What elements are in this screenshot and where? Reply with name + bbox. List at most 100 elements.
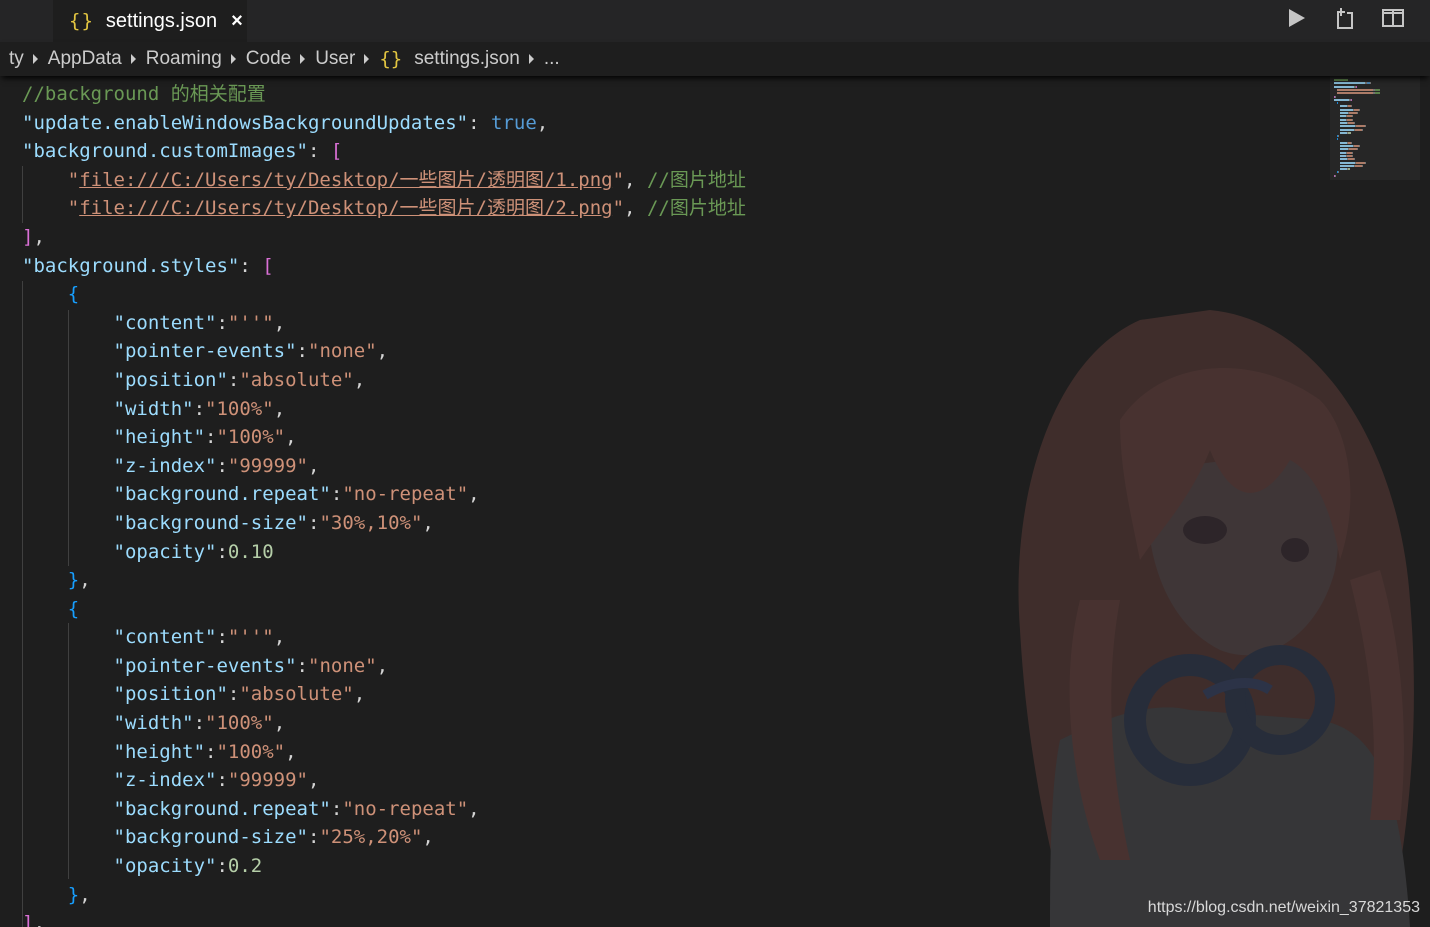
minimap-mark [1338,171,1339,174]
json-string: "absolute" [239,368,354,391]
breadcrumb-item-ty[interactable]: ty [9,48,24,70]
code-editor[interactable]: //background 的相关配置 "update.enableWindowsB… [22,80,746,927]
json-key: "pointer-events" [113,654,297,677]
minimap-mark [1352,151,1353,154]
minimap-mark [1356,125,1365,128]
json-key: "height" [113,740,206,763]
code-punctuation: : [330,797,343,820]
code-punctuation: , [79,569,91,592]
code-punctuation: , [273,712,286,735]
json-key: "background.customImages" [22,140,308,163]
code-line[interactable]: "background.customImages": [ [22,137,746,166]
code-punctuation: , [33,225,45,248]
code-punctuation: , [273,397,286,420]
code-line[interactable]: "height":"100%", [22,738,746,767]
code-line[interactable]: }, [22,881,746,910]
code-punctuation: : [330,483,343,506]
code-line[interactable]: "width":"100%", [22,709,746,738]
code-line[interactable]: "height":"100%", [22,423,746,452]
code-line[interactable]: "background.styles": [ [22,252,746,281]
json-key: "position" [113,368,228,391]
json-string: "none" [308,340,377,363]
tab-settings-json[interactable]: {} settings.json × [53,0,247,42]
code-line[interactable]: "background.repeat":"no-repeat", [22,795,746,824]
minimap-mark [1334,79,1348,81]
json-key: "width" [113,712,194,735]
code-punctuation: , [285,740,297,763]
code-line[interactable]: "pointer-events":"none", [22,337,746,366]
code-line[interactable]: "position":"absolute", [22,680,746,709]
json-string: "none" [308,654,377,677]
code-punctuation: : [205,426,217,449]
code-punctuation: , [33,912,45,927]
json-key: "height" [113,426,206,449]
breadcrumb-item-symbols[interactable]: ... [544,48,560,70]
code-line[interactable]: "background.repeat":"no-repeat", [22,480,746,509]
code-punctuation [22,569,68,591]
code-punctuation [22,340,114,362]
bracket: ] [22,912,34,927]
code-line[interactable]: "opacity":0.2 [22,852,746,881]
code-line[interactable]: "file:///C:/Users/ty/Desktop/一些图片/透明图/2.… [22,194,746,223]
minimap-mark [1334,98,1349,101]
code-line[interactable]: { [22,280,746,309]
code-punctuation [22,741,114,763]
code-punctuation: , [468,797,480,820]
breadcrumb-item-roaming[interactable]: Roaming [146,48,222,70]
breadcrumb-item-code[interactable]: Code [246,48,291,70]
code-punctuation [22,398,114,420]
file-link[interactable]: file:///C:/Users/ty/Desktop/一些图片/透明图/2.p… [79,197,612,219]
minimap-mark [1338,135,1339,138]
code-comment: //图片地址 [646,168,746,191]
watermark-text: https://blog.csdn.net/weixin_37821353 [1147,899,1420,916]
json-key: "position" [113,683,228,706]
code-punctuation: , [468,483,480,506]
json-key: "update.enableWindowsBackgroundUpdates" [22,111,469,134]
code-line[interactable]: ], [22,223,746,252]
code-comment: //background 的相关配置 [22,83,266,105]
code-punctuation [22,683,114,705]
breadcrumb-item-user[interactable]: User [315,48,355,70]
code-line[interactable]: "background-size":"25%,20%", [22,823,746,852]
code-line[interactable]: "pointer-events":"none", [22,652,746,681]
bracket: [ [330,140,343,163]
code-line[interactable]: { [22,595,746,624]
code-punctuation [22,512,114,534]
code-line[interactable]: "opacity":0.10 [22,538,746,567]
breadcrumb-item-appdata[interactable]: AppData [48,48,122,70]
code-line[interactable]: "file:///C:/Users/ty/Desktop/一些图片/透明图/1.… [22,166,746,195]
code-line[interactable]: "width":"100%", [22,395,746,424]
minimap-mark [1370,82,1371,85]
minimap-mark [1340,141,1347,144]
close-icon[interactable]: × [231,10,243,33]
chevron-right-icon [130,54,136,64]
minimap-mark [1354,158,1355,161]
code-line[interactable]: "z-index":"99999", [22,766,746,795]
minimap-mark [1352,118,1353,121]
code-line[interactable]: "background-size":"30%,10%", [22,509,746,538]
split-editor-icon[interactable] [1382,6,1404,30]
code-line[interactable]: "update.enableWindowsBackgroundUpdates":… [22,109,746,138]
background-character-image [1018,310,1414,927]
chevron-right-icon [300,54,306,64]
play-icon[interactable] [1286,6,1308,30]
code-line[interactable]: "position":"absolute", [22,366,746,395]
code-punctuation: , [79,883,91,906]
code-line[interactable]: ], [22,909,746,927]
code-punctuation [22,798,114,820]
code-line[interactable]: "content":"''", [22,623,746,652]
code-line[interactable]: }, [22,566,746,595]
minimap-mark [1340,145,1353,147]
json-string: "absolute" [239,683,354,706]
file-link[interactable]: file:///C:/Users/ty/Desktop/一些图片/透明图/1.p… [79,169,612,191]
minimap-mark [1355,164,1362,167]
code-line[interactable]: "z-index":"99999", [22,452,746,481]
breadcrumb-item-settings-json[interactable]: settings.json [414,48,520,70]
minimap[interactable] [1330,76,1420,180]
minimap-mark [1357,148,1358,151]
code-line[interactable]: "content":"''", [22,309,746,338]
code-line[interactable]: //background 的相关配置 [22,80,746,109]
code-punctuation [22,197,68,219]
open-changes-icon[interactable] [1334,6,1356,30]
editor-actions [1286,6,1404,30]
